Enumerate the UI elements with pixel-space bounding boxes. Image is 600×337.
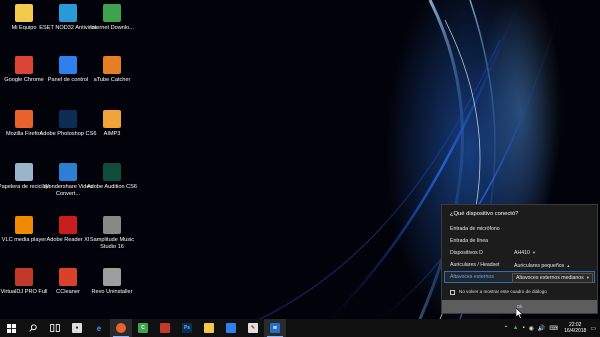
input-method-icon[interactable]: ⌨	[549, 325, 558, 332]
notifications-icon[interactable]: ▭	[590, 325, 596, 332]
network-icon[interactable]: ▲	[513, 325, 519, 331]
chrome-icon	[15, 56, 33, 74]
option-external-speakers[interactable]: Altavoces externos	[450, 274, 494, 280]
taskbar-camtasia[interactable]: C	[132, 319, 154, 337]
recycle-bin-icon	[15, 163, 33, 181]
search-button[interactable]	[22, 319, 44, 337]
firefox-icon	[116, 323, 126, 333]
virtualdj-icon	[15, 268, 33, 286]
taskbar-camera[interactable]: ●	[66, 319, 88, 337]
desktop-icon[interactable]: Adobe Audition CS6	[87, 163, 137, 191]
desktop-icon[interactable]: AIMP3	[90, 110, 134, 138]
caret-icon: ▴	[567, 263, 570, 268]
external-speakers-select[interactable]: Altavoces externos medianos ▾	[512, 273, 594, 283]
ccleaner-icon	[59, 268, 77, 286]
speaker-icon[interactable]: 🔊	[538, 325, 545, 332]
desktop-icon-label: aTube Catcher	[93, 77, 131, 83]
app-tray-icon[interactable]: ▪	[523, 325, 525, 331]
headset-value: Auriculares pequeños	[514, 263, 565, 269]
idm-icon	[103, 4, 121, 22]
system-tray: ⌃ ▲ ▪ ◉ 🔊 ⌨ 22:02 16/4/2018 ▭	[504, 319, 596, 337]
dont-show-label: No volver a mostrar este cuadro de diálo…	[459, 289, 547, 294]
desktop-icon[interactable]: Internet Downlo...	[90, 4, 134, 32]
folder-icon	[204, 323, 214, 333]
taskbar-store[interactable]	[220, 319, 242, 337]
photos-icon	[160, 323, 170, 333]
atube-icon	[103, 56, 121, 74]
edge-icon: e	[96, 323, 102, 333]
option-line-input[interactable]: Entrada de línea	[450, 238, 488, 244]
digital-device-value: AH410	[514, 250, 530, 256]
taskbar-firefox[interactable]	[110, 319, 132, 337]
windows-logo-icon	[6, 323, 16, 333]
task-view-button[interactable]	[44, 319, 66, 337]
control-panel-icon	[59, 56, 77, 74]
desktop-icon[interactable]: Revo Uninstaller	[90, 268, 134, 296]
start-button[interactable]	[0, 319, 22, 337]
store-icon	[226, 323, 236, 333]
desktop: Mi Equipo ESET NOD32 Antivirus Internet Do…	[0, 0, 600, 319]
external-speakers-value: Altavoces externos medianos	[516, 275, 584, 281]
mouse-cursor-icon	[516, 308, 524, 319]
taskbar-file-explorer[interactable]	[198, 319, 220, 337]
dialog-title: ¿Qué dispositivo conectó?	[450, 211, 519, 217]
search-icon	[29, 324, 37, 332]
taskbar-paint[interactable]: ✎	[242, 319, 264, 337]
aimp-icon	[103, 110, 121, 128]
option-mic-input[interactable]: Entrada de micrófono	[450, 226, 500, 232]
adobe-reader-icon	[59, 216, 77, 234]
photoshop-icon: Ps	[182, 323, 192, 333]
folder-icon	[15, 4, 33, 22]
headset-select[interactable]: Auriculares pequeños ▴	[514, 263, 569, 269]
wondershare-icon	[59, 163, 77, 181]
samplitude-icon	[103, 216, 121, 234]
task-view-icon	[50, 324, 60, 332]
caret-icon: ▾	[586, 275, 590, 280]
desktop-icon[interactable]: Samplitude Music Studio 16	[90, 216, 134, 251]
app-tray-icon-2[interactable]: ◉	[529, 325, 534, 332]
desktop-icon-label: Internet Downlo...	[90, 25, 134, 31]
desktop-icon-label: AIMP3	[103, 131, 121, 137]
desktop-icon-label: Adobe Audition CS6	[86, 184, 138, 190]
camtasia-icon: C	[138, 323, 148, 333]
desktop-icon[interactable]: aTube Catcher	[90, 56, 134, 84]
desktop-icon-label: Revo Uninstaller	[91, 289, 133, 295]
photoshop-icon	[59, 110, 77, 128]
desktop-icon-label: Samplitude Music Studio 16	[89, 237, 135, 250]
camera-icon: ●	[72, 323, 82, 333]
taskbar-audio-manager[interactable]: ≋	[264, 319, 286, 337]
desktop-icon[interactable]: Wondershare Video Convert...	[43, 163, 93, 198]
digital-device-select[interactable]: AH410 ▾	[514, 250, 535, 256]
taskbar-edge[interactable]: e	[88, 319, 110, 337]
clock[interactable]: 22:02 16/4/2018	[564, 322, 586, 334]
audition-icon	[103, 163, 121, 181]
taskbar-photoshop[interactable]: Ps	[176, 319, 198, 337]
taskbar: ● e C Ps ✎ ≋ ⌃ ▲ ▪ ◉ 🔊 ⌨ 22:02 16/4/2018…	[0, 319, 600, 337]
device-dialog: ¿Qué dispositivo conectó? Entrada de mic…	[441, 204, 598, 314]
audio-manager-icon: ≋	[270, 323, 280, 333]
vlc-icon	[15, 216, 33, 234]
paint-icon: ✎	[248, 323, 258, 333]
option-digital-device[interactable]: Dispositivos D	[450, 250, 483, 256]
caret-icon: ▾	[532, 250, 536, 255]
eset-icon	[59, 4, 77, 22]
revo-icon	[103, 268, 121, 286]
dont-show-checkbox[interactable]	[450, 290, 455, 295]
taskbar-photos[interactable]	[154, 319, 176, 337]
option-headset[interactable]: Auriculares / Headset	[450, 262, 500, 268]
firefox-icon	[15, 110, 33, 128]
show-hidden-icons-icon[interactable]: ⌃	[504, 325, 509, 332]
clock-date: 16/4/2018	[564, 328, 587, 334]
